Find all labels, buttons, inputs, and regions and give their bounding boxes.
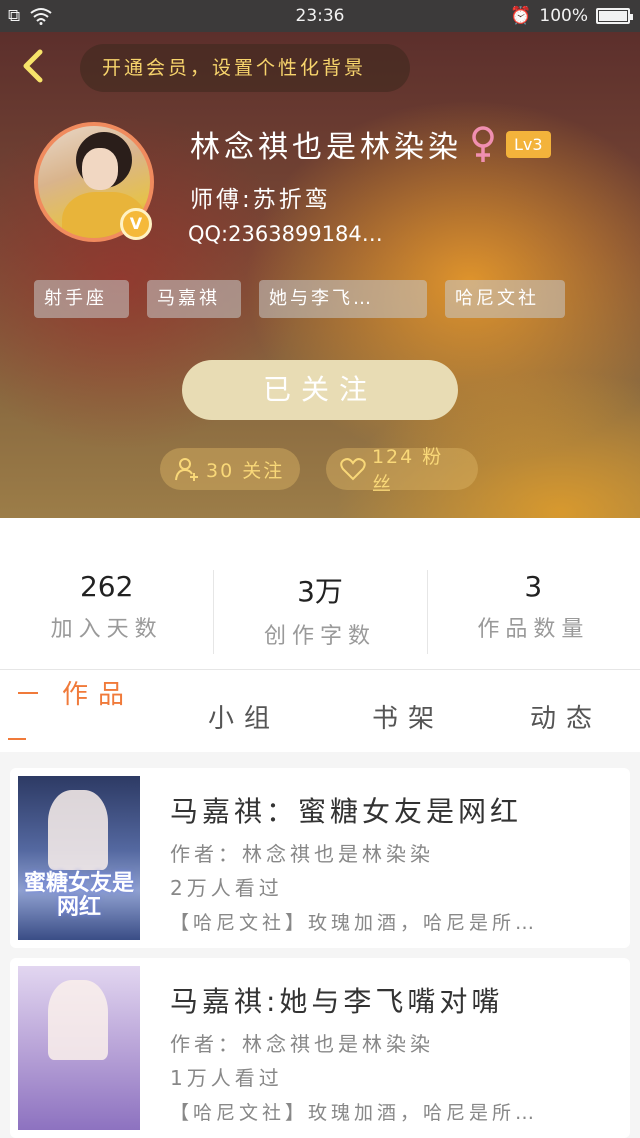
user-add-icon: [175, 458, 198, 481]
tab-bookshelf[interactable]: 书架: [372, 698, 444, 735]
status-bar: ⧉ 23:36 ⏰ 100%: [0, 0, 640, 32]
cover-title: 蜜糖女友是网红: [23, 871, 134, 920]
works-list: 蜜糖女友是网红 马嘉祺：蜜糖女友是网红 作者：林念祺也是林染染 2万人看过 【哈…: [0, 752, 640, 1138]
tag-list: 射手座 马嘉祺 她与李飞… 哈尼文社: [34, 280, 583, 318]
tab-group[interactable]: 小组: [208, 698, 280, 735]
fans-count: 124 粉丝: [371, 446, 444, 495]
work-card[interactable]: 蜜糖女友是网红 马嘉祺：蜜糖女友是网红 作者：林念祺也是林染染 2万人看过 【哈…: [10, 768, 630, 948]
work-author: 作者：林念祺也是林染染: [170, 842, 434, 866]
work-views: 1万人看过: [170, 1066, 283, 1090]
follows-count: 30 关注: [206, 459, 285, 482]
tab-feed[interactable]: 动态: [530, 698, 602, 735]
work-cover: 蜜糖女友是网红: [18, 776, 140, 940]
work-views: 2万人看过: [170, 876, 283, 900]
work-title: 马嘉祺:她与李飞嘴对嘴: [170, 985, 504, 1018]
master-label: 师傅:苏折鸾: [190, 187, 331, 213]
work-description: 【哈尼文社】玫瑰加酒，哈尼是所…: [170, 1102, 539, 1124]
tab-bar: 作品 小组 书架 动态: [0, 670, 640, 750]
follow-button[interactable]: 已关注: [182, 360, 458, 420]
stat-works-label: 作品数量: [477, 617, 590, 642]
qq-number: QQ:2363899184…: [188, 222, 383, 246]
tag-work[interactable]: 她与李飞…: [259, 280, 427, 318]
work-cover: [18, 966, 140, 1130]
heart-icon: [340, 458, 366, 481]
profile-header: 开通会员，设置个性化背景 V 林念祺也是林染染 Lv3 师傅:苏折鸾 QQ:23…: [0, 32, 640, 518]
fans-button[interactable]: 124 粉丝: [326, 446, 478, 495]
stats-row: 262 加入天数 3万 创作字数 3 作品数量: [0, 570, 640, 654]
vip-background-button[interactable]: 开通会员，设置个性化背景: [80, 44, 410, 92]
work-title: 马嘉祺：蜜糖女友是网红: [170, 795, 523, 828]
follows-button[interactable]: 30 关注: [160, 448, 300, 490]
battery-icon: [596, 8, 633, 24]
stat-days-label: 加入天数: [50, 617, 163, 642]
tab-works[interactable]: 作品: [62, 674, 134, 711]
tab-indicator-bottom: [8, 738, 26, 740]
verified-icon: V: [120, 208, 152, 240]
tab-indicator-left: [18, 692, 38, 694]
stat-words: 3万 创作字数: [213, 570, 426, 654]
stat-words-value: 3万: [297, 575, 343, 608]
alarm-icon: ⏰: [510, 6, 532, 26]
stat-days-value: 262: [79, 570, 134, 603]
work-description: 【哈尼文社】玫瑰加酒，哈尼是所…: [170, 912, 539, 934]
username-row: 林念祺也是林染染 Lv3: [190, 122, 551, 166]
tag-idol[interactable]: 马嘉祺: [147, 280, 241, 318]
battery-percent: 100%: [539, 6, 588, 26]
stat-days: 262 加入天数: [0, 570, 213, 654]
status-right-icons: ⏰ 100%: [510, 6, 633, 26]
work-card[interactable]: 马嘉祺:她与李飞嘴对嘴 作者：林念祺也是林染染 1万人看过 【哈尼文社】玫瑰加酒…: [10, 958, 630, 1138]
username: 林念祺也是林染染: [190, 130, 462, 165]
back-icon[interactable]: [14, 46, 54, 86]
female-icon: [472, 126, 494, 162]
stat-works-value: 3: [524, 570, 543, 603]
tag-group[interactable]: 哈尼文社: [445, 280, 565, 318]
stat-works: 3 作品数量: [426, 570, 640, 654]
level-badge: Lv3: [506, 130, 551, 158]
stat-words-label: 创作字数: [263, 624, 376, 649]
work-author: 作者：林念祺也是林染染: [170, 1032, 434, 1056]
tag-zodiac[interactable]: 射手座: [34, 280, 129, 318]
